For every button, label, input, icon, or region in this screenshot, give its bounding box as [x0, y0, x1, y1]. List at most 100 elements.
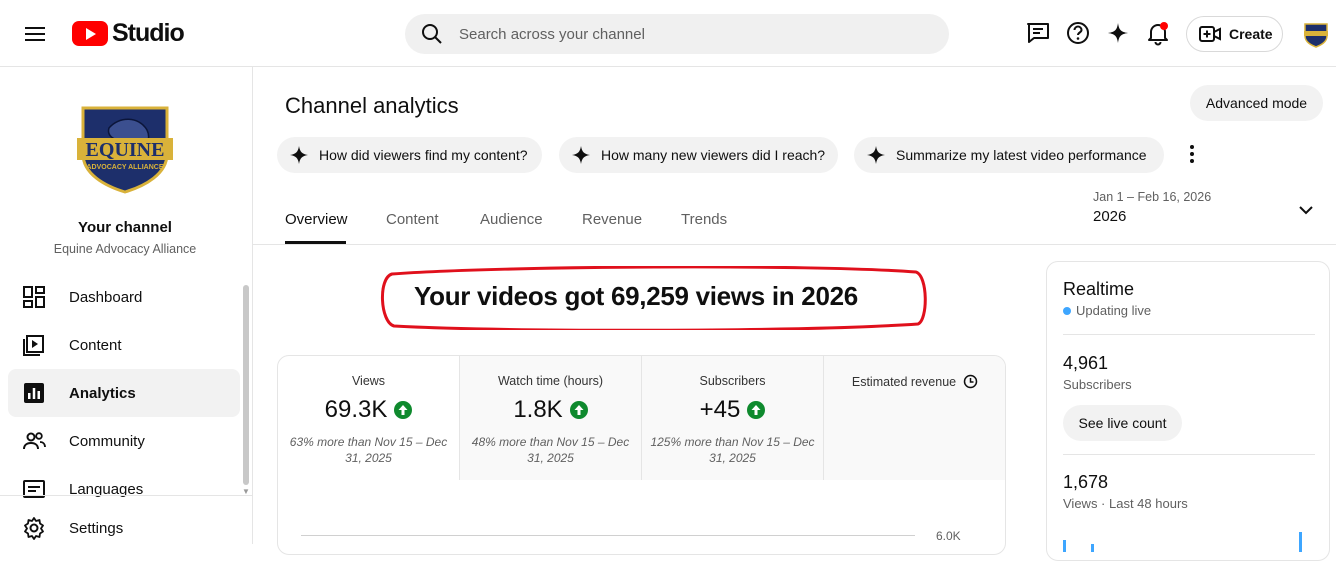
metric-watch-time[interactable]: Watch time (hours) 1.8K 48% more than No… [460, 356, 642, 480]
tab-content[interactable]: Content [386, 211, 439, 228]
sidebar-item-dashboard[interactable]: Dashboard [8, 273, 240, 321]
metric-estimated-revenue[interactable]: Estimated revenue [824, 356, 1005, 480]
notification-dot [1160, 22, 1168, 30]
realtime-divider [1063, 334, 1315, 335]
help-icon[interactable] [1065, 20, 1091, 46]
metric-value-row: +45 [642, 396, 823, 424]
sidebar-item-analytics[interactable]: Analytics [8, 369, 240, 417]
tab-revenue[interactable]: Revenue [582, 211, 642, 228]
clock-icon [963, 374, 978, 389]
chip-label: Summarize my latest video performance [896, 147, 1147, 163]
sidebar: EQUINE ADVOCACY ALLIANCE Your channel Eq… [0, 67, 253, 544]
hamburger-menu-icon[interactable] [22, 22, 48, 46]
realtime-views-count: 1,678 [1063, 472, 1109, 492]
studio-logo-text: Studio [112, 19, 185, 47]
key-metrics-card: Views 69.3K 63% more than Nov 15 – Dec 3… [277, 355, 1006, 555]
realtime-chart-bar [1091, 544, 1094, 552]
sidebar-item-label: Community [69, 432, 145, 450]
feedback-icon[interactable] [1025, 20, 1051, 46]
ai-question-chip-new-viewers[interactable]: How many new viewers did I reach? [559, 137, 838, 173]
metric-comparison: 48% more than Nov 15 – Dec 31, 2025 [471, 435, 630, 465]
search-bar[interactable] [405, 14, 949, 54]
realtime-views-label: Views · Last 48 hours [1063, 496, 1188, 511]
sidebar-item-label: Analytics [69, 384, 136, 402]
metric-label: Subscribers [699, 374, 766, 388]
sidebar-item-community[interactable]: Community [8, 417, 240, 465]
more-options-icon[interactable] [1183, 143, 1201, 165]
chip-label: How did viewers find my content? [319, 147, 528, 163]
metric-subscribers[interactable]: Subscribers +45 125% more than Nov 15 – … [642, 356, 824, 480]
chart-y-tick-label: 6.0K [936, 529, 961, 543]
page-title: Channel analytics [285, 93, 459, 118]
dashboard-icon [23, 286, 45, 308]
sidebar-item-label: Settings [69, 519, 124, 537]
live-dot-icon [1063, 306, 1071, 315]
chart-gridline [301, 535, 915, 536]
metric-label-row: Estimated revenue [824, 374, 1005, 389]
metric-label: Watch time (hours) [497, 374, 604, 388]
sidebar-item-settings[interactable]: Settings [8, 504, 240, 552]
top-bar: Studio Create [0, 0, 1336, 67]
languages-icon [23, 480, 45, 498]
up-arrow-icon [747, 401, 766, 419]
date-period-label[interactable]: 2026 [1093, 208, 1126, 225]
tab-trends[interactable]: Trends [681, 211, 727, 228]
channel-logo[interactable]: EQUINE ADVOCACY ALLIANCE [75, 104, 175, 194]
sidebar-divider [0, 495, 253, 496]
analytics-icon [24, 383, 44, 403]
up-arrow-icon [394, 401, 413, 419]
realtime-status-text: Updating live [1076, 303, 1152, 318]
metric-value-row: 69.3K [278, 396, 459, 424]
sparkle-icon [290, 146, 308, 164]
sparkle-icon [572, 146, 590, 164]
search-input[interactable] [459, 25, 899, 43]
advanced-mode-button[interactable]: Advanced mode [1190, 85, 1323, 121]
up-arrow-icon [569, 401, 588, 419]
realtime-status: Updating live [1063, 303, 1151, 318]
notifications-bell-icon[interactable] [1145, 20, 1171, 46]
metric-value: 1.8K [513, 396, 563, 423]
chevron-down-icon[interactable] [1296, 200, 1316, 220]
realtime-subscribers-count: 4,961 [1063, 353, 1109, 373]
realtime-card: Realtime Updating live 4,961 Subscribers… [1046, 261, 1330, 561]
realtime-chart-bar [1299, 532, 1302, 552]
metric-views[interactable]: Views 69.3K 63% more than Nov 15 – Dec 3… [278, 356, 460, 480]
date-range-text[interactable]: Jan 1 – Feb 16, 2026 [1093, 190, 1211, 204]
content-icon [23, 335, 44, 356]
sparkle-ai-icon[interactable] [1105, 20, 1131, 46]
sidebar-scrollbar[interactable] [243, 285, 249, 485]
sparkle-icon [867, 146, 885, 164]
settings-gear-icon [24, 517, 44, 540]
tab-audience[interactable]: Audience [480, 211, 543, 228]
create-button[interactable]: Create [1186, 16, 1283, 52]
channel-logo-subtext: ADVOCACY ALLIANCE [86, 164, 163, 171]
ai-question-chip-traffic[interactable]: How did viewers find my content? [277, 137, 542, 173]
studio-logo[interactable]: Studio [72, 19, 185, 48]
youtube-play-icon [72, 21, 108, 46]
tabs-divider [253, 244, 1336, 245]
metric-value: +45 [699, 396, 741, 423]
ai-question-chip-summarize[interactable]: Summarize my latest video performance [854, 137, 1164, 173]
realtime-subscribers-label: Subscribers [1063, 377, 1132, 392]
tab-overview[interactable]: Overview [285, 211, 348, 228]
create-video-icon [1199, 26, 1221, 42]
realtime-divider [1063, 454, 1315, 455]
your-channel-label: Your channel [78, 219, 172, 236]
realtime-chart-bar [1063, 540, 1066, 552]
views-headline: Your videos got 69,259 views in 2026 [414, 281, 858, 311]
create-label: Create [1229, 26, 1273, 42]
metric-value: 69.3K [324, 396, 388, 423]
metric-label: Views [351, 374, 386, 388]
metric-label: Estimated revenue [851, 374, 957, 389]
sidebar-item-label: Content [69, 336, 122, 354]
channel-logo-text: EQUINE [86, 139, 165, 161]
search-icon[interactable] [421, 23, 443, 45]
sidebar-item-label: Dashboard [69, 288, 143, 306]
metric-comparison: 125% more than Nov 15 – Dec 31, 2025 [650, 435, 815, 465]
account-avatar[interactable] [1302, 20, 1330, 48]
sidebar-item-content[interactable]: Content [8, 321, 240, 369]
metric-value-row: 1.8K [460, 396, 641, 424]
see-live-count-button[interactable]: See live count [1063, 405, 1182, 441]
community-icon [23, 432, 46, 450]
channel-name: Equine Advocacy Alliance [53, 242, 197, 256]
